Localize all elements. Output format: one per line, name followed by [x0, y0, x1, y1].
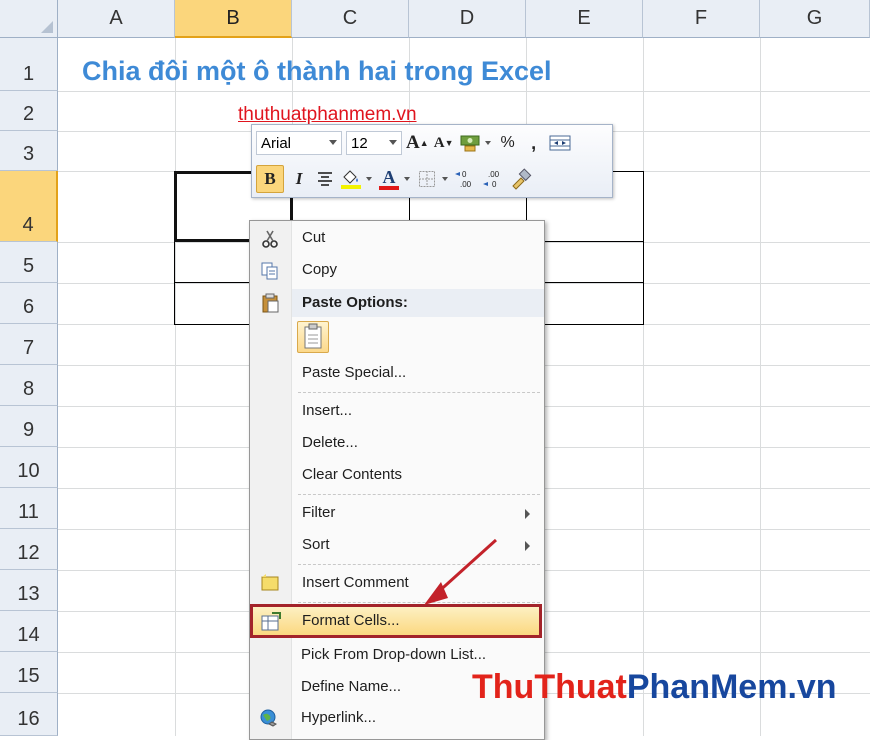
- logo-part-vn: .vn: [787, 668, 837, 706]
- logo-part-thuat: Thuat: [534, 668, 627, 706]
- watermark-logo: ThuThuatPhanMem.vn: [472, 668, 837, 707]
- annotation-arrow-icon: [424, 538, 498, 605]
- logo-part-phanmem: PhanMem: [626, 668, 788, 706]
- logo-part-thu: Thu: [472, 668, 535, 706]
